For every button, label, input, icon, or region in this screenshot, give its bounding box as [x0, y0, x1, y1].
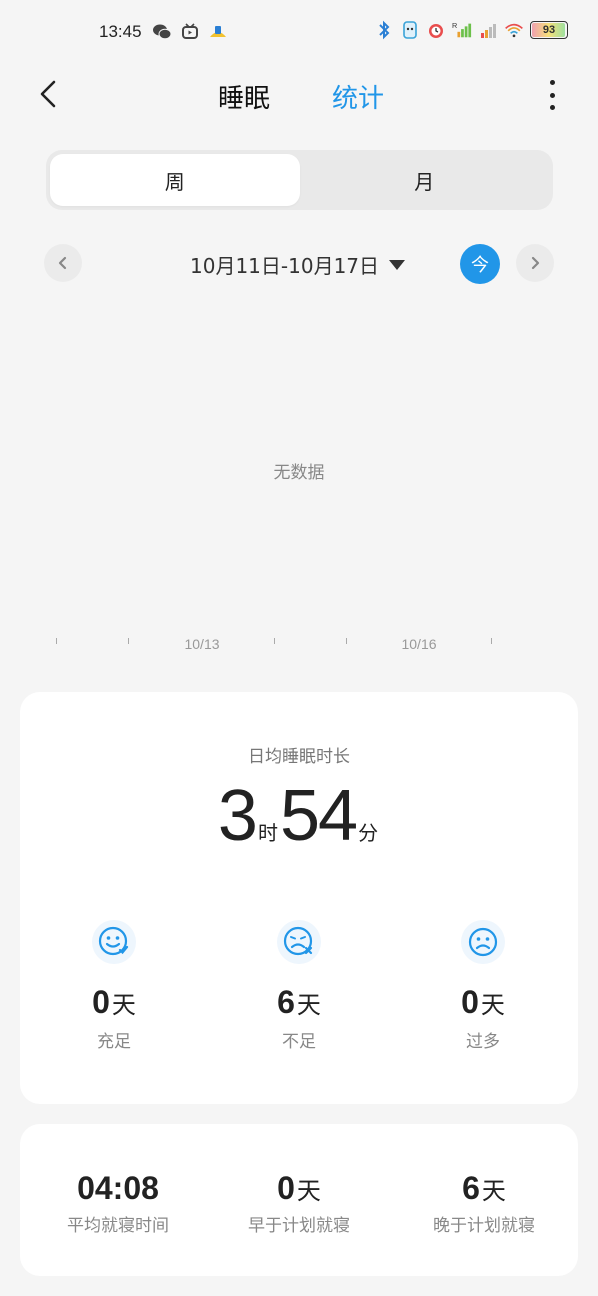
chevron-right-icon [531, 256, 540, 270]
stat-sufficient: 0 天 充足 [54, 920, 174, 1052]
date-range-label: 10月11日-10月17日 [190, 254, 380, 278]
stat-count-number: 0 [92, 984, 110, 1020]
more-dot [549, 80, 555, 85]
stat-count-unit: 天 [111, 991, 136, 1019]
app-badge-icon [208, 22, 228, 42]
caret-down-icon [389, 259, 406, 270]
smile-check-icon [92, 920, 136, 964]
avg-sleep-value: 3 时 54 分 [20, 776, 578, 856]
bedtime-value: 6 天 [394, 1170, 574, 1207]
header: 睡眠 统计 [0, 64, 598, 124]
frown-x-icon [277, 920, 321, 964]
late-bedtime: 6 天 晚于计划就寝 [394, 1170, 574, 1236]
stat-count: 6 天 [239, 984, 359, 1021]
bedtime-value: 04:08 [28, 1170, 208, 1207]
more-dot [549, 105, 555, 110]
sleep-quality-stats: 0 天 充足 6 天 不足 0 天 过多 [20, 920, 578, 1060]
bedtime-card: 04:08 平均就寝时间 0 天 早于计划就寝 6 天 晚于计划就寝 [20, 1124, 578, 1276]
stat-label: 过多 [466, 1032, 500, 1052]
stat-count: 0 天 [54, 984, 174, 1021]
stat-label: 不足 [282, 1032, 316, 1052]
next-week-button[interactable] [516, 244, 554, 282]
avg-bedtime: 04:08 平均就寝时间 [28, 1170, 208, 1236]
status-time: 13:45 [99, 22, 142, 41]
early-bedtime: 0 天 早于计划就寝 [209, 1170, 389, 1236]
tab-stats[interactable]: 统计 [332, 78, 384, 115]
minutes-unit: 分 [358, 821, 379, 845]
axis-tick [128, 638, 129, 644]
axis-tick [274, 638, 275, 644]
period-segmented-control: 周 月 [46, 150, 553, 210]
stat-count-unit: 天 [296, 991, 321, 1019]
sleep-summary-card: 日均睡眠时长 3 时 54 分 0 天 充足 6 天 不足 0 天 过多 [20, 692, 578, 1104]
bedtime-value: 0 天 [209, 1170, 389, 1207]
bluetooth-icon [374, 20, 394, 40]
segment-week[interactable]: 周 [50, 154, 300, 206]
chevron-left-icon [40, 80, 56, 108]
tab-sleep[interactable]: 睡眠 [218, 78, 270, 115]
axis-tick-label: 10/13 [184, 636, 220, 652]
date-navigator: 10月11日-10月17日 今 [0, 242, 598, 284]
segment-month[interactable]: 月 [300, 154, 550, 206]
avg-minutes: 54 [279, 776, 358, 856]
bedtime-unit: 天 [296, 1177, 321, 1205]
wifi-icon [504, 20, 524, 40]
status-right-icons: R 93 [374, 20, 572, 40]
chevron-left-icon [58, 256, 67, 270]
watch-icon [400, 20, 420, 40]
chart-x-axis: 10/13 10/16 [0, 636, 598, 660]
frown-icon [461, 920, 505, 964]
status-bar: 13:45 R 93 [0, 0, 598, 64]
chart-empty-text: 无数据 [273, 463, 325, 483]
signal-2-icon [478, 20, 498, 40]
alarm-icon [426, 20, 446, 40]
stat-insufficient: 6 天 不足 [239, 920, 359, 1052]
bedtime-number: 6 [462, 1170, 480, 1206]
battery-level: 93 [542, 24, 556, 36]
stat-label: 充足 [97, 1032, 131, 1052]
battery-icon: 93 [530, 21, 572, 39]
avg-sleep-title: 日均睡眠时长 [248, 747, 350, 767]
hours-unit: 时 [257, 821, 278, 845]
more-dot [549, 92, 555, 98]
axis-tick-label: 10/16 [401, 636, 437, 652]
prev-week-button[interactable] [44, 244, 82, 282]
stat-excessive: 0 天 过多 [423, 920, 543, 1052]
wechat-icon [152, 22, 172, 42]
today-button[interactable]: 今 [460, 244, 500, 284]
bedtime-unit: 天 [481, 1177, 506, 1205]
stat-count-number: 6 [277, 984, 295, 1020]
bedtime-number: 0 [277, 1170, 295, 1206]
date-range-picker[interactable]: 10月11日-10月17日 [190, 250, 406, 279]
bedtime-number: 04:08 [77, 1170, 159, 1206]
signal-icon: R [452, 20, 472, 40]
axis-tick [346, 638, 347, 644]
axis-tick [491, 638, 492, 644]
stat-count: 0 天 [423, 984, 543, 1021]
bedtime-label: 平均就寝时间 [67, 1216, 169, 1236]
avg-hours: 3 [217, 776, 258, 856]
bedtime-label: 早于计划就寝 [248, 1216, 350, 1236]
stat-count-unit: 天 [480, 991, 505, 1019]
tv-icon [180, 22, 200, 42]
status-left-icons [152, 22, 228, 42]
axis-tick [56, 638, 57, 644]
back-button[interactable] [32, 78, 64, 110]
signal-roaming-label: R [452, 21, 457, 30]
stat-count-number: 0 [461, 984, 479, 1020]
bedtime-label: 晚于计划就寝 [433, 1216, 535, 1236]
more-button[interactable] [544, 80, 560, 110]
